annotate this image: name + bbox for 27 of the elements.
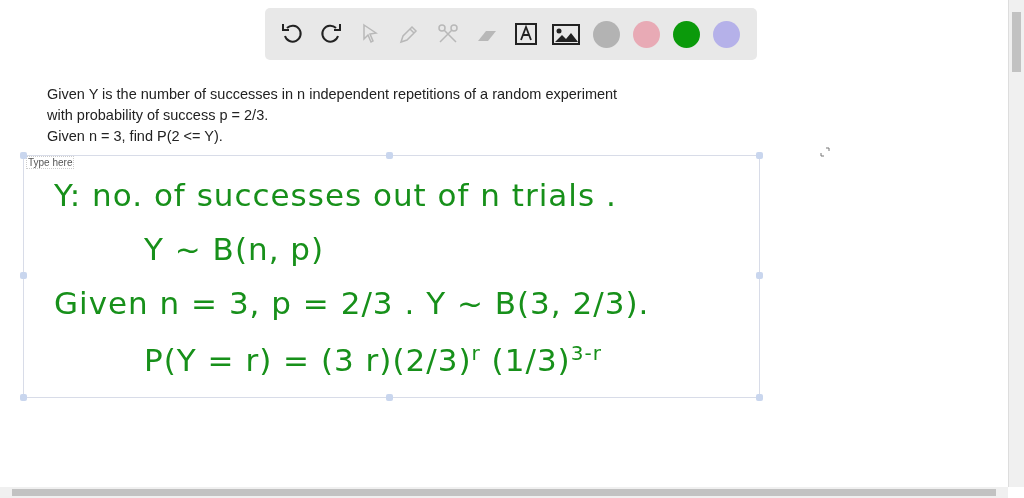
resize-handle[interactable] xyxy=(20,394,27,401)
vertical-scrollbar[interactable] xyxy=(1008,0,1024,487)
color-swatch[interactable] xyxy=(633,20,660,48)
image-icon[interactable] xyxy=(552,22,580,46)
resize-handle[interactable] xyxy=(386,394,393,401)
handwritten-text: P(Y = r) = (3 r)(2/3)$^{r}$ (1/3)$^{3-r}$ xyxy=(144,340,603,381)
color-swatch[interactable] xyxy=(713,20,740,48)
color-swatch[interactable] xyxy=(593,20,620,48)
resize-handle[interactable] xyxy=(20,272,27,279)
text-icon[interactable] xyxy=(514,22,538,46)
handwritten-text: Given n = 3, p = 2/3 . Y ~ B(3, 2/3). xyxy=(54,284,650,323)
redo-icon[interactable] xyxy=(319,22,343,46)
handwritten-text: Y ~ B(n, p) xyxy=(144,230,326,269)
resize-handle[interactable] xyxy=(20,152,27,159)
resize-icon[interactable] xyxy=(820,147,830,157)
question-text: with probability of success p = 2/3. xyxy=(47,106,270,125)
question-text: Given n = 3, find P(2 <= Y). xyxy=(47,127,224,146)
question-text: Given Y is the number of successes in n independent repetitions of a random experiment xyxy=(47,85,618,104)
resize-handle[interactable] xyxy=(756,152,763,159)
text-box-placeholder[interactable]: Type here xyxy=(26,156,75,169)
resize-handle[interactable] xyxy=(756,394,763,401)
undo-icon[interactable] xyxy=(280,22,304,46)
resize-handle[interactable] xyxy=(756,272,763,279)
horizontal-scrollbar[interactable] xyxy=(0,487,1008,498)
color-swatch[interactable] xyxy=(673,20,700,48)
resize-handle[interactable] xyxy=(386,152,393,159)
handwritten-text: Y: no. of successes out of n trials . xyxy=(54,176,618,215)
